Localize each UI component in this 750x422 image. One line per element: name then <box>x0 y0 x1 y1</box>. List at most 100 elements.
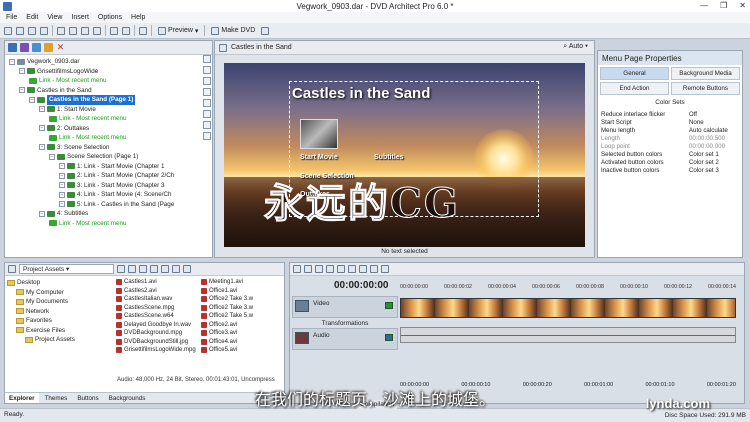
size-tool-icon[interactable] <box>203 110 211 118</box>
expand-icon[interactable]: − <box>29 96 35 103</box>
audio-track-header[interactable]: Audio <box>292 328 398 350</box>
file-item[interactable]: DVDBackground.mpg <box>116 329 197 338</box>
up-folder-icon[interactable] <box>117 265 125 273</box>
file-item[interactable]: Office2.avi <box>201 321 282 330</box>
expand-icon[interactable]: − <box>59 201 65 208</box>
order-tool-icon[interactable] <box>203 121 211 129</box>
file-item[interactable]: Delayed Goodbye In.wav <box>116 321 197 330</box>
track-toggle-icon[interactable] <box>385 302 393 309</box>
expand-icon[interactable]: − <box>39 210 45 217</box>
insert-icon[interactable] <box>44 43 53 52</box>
property-value[interactable]: 00:00:00.500 <box>686 135 742 143</box>
group-tool-icon[interactable] <box>203 132 211 140</box>
menu-preview[interactable]: Castles in the Sand Start Movie Subtitle… <box>224 63 585 247</box>
file-item[interactable]: Office1.avi <box>201 287 282 296</box>
cut-icon[interactable] <box>57 26 65 35</box>
property-value[interactable]: 00:00:00.000 <box>686 143 742 151</box>
paste-icon[interactable] <box>326 265 334 273</box>
tree-item[interactable]: Link - Most recent menu <box>9 76 212 86</box>
make-dvd-button[interactable]: Make DVD <box>209 26 257 35</box>
file-item[interactable]: Office5.avi <box>201 346 282 355</box>
expand-icon[interactable]: − <box>49 153 55 160</box>
help-icon[interactable] <box>261 26 270 35</box>
subtitles-menu-button[interactable]: Subtitles <box>374 154 404 161</box>
folder-item[interactable]: Exercise Files <box>7 326 114 336</box>
expand-icon[interactable]: − <box>39 144 45 151</box>
chevron-down-icon[interactable]: ▾ <box>195 27 199 35</box>
tree-item[interactable]: − Castles in the Sand (Page 1) <box>9 95 212 105</box>
delete-icon[interactable] <box>337 265 345 273</box>
property-row[interactable]: Start Script None <box>598 119 742 127</box>
delete-item-icon[interactable]: ✕ <box>56 43 65 52</box>
edit-tool-icon[interactable] <box>370 265 378 273</box>
folder-item[interactable]: Desktop <box>7 278 114 288</box>
media-view-icon[interactable] <box>32 43 41 52</box>
folder-item[interactable]: Network <box>7 307 114 317</box>
expand-icon[interactable]: − <box>59 172 65 179</box>
expand-icon[interactable]: − <box>19 68 25 75</box>
delete-icon[interactable] <box>93 26 101 35</box>
expand-icon[interactable]: − <box>39 106 45 113</box>
tree-item[interactable]: − 1: Link - Start Movie (Chapter 1 <box>9 162 212 172</box>
redo-icon[interactable] <box>122 26 130 35</box>
property-value[interactable]: Color set 2 <box>686 159 742 167</box>
video-clip[interactable] <box>400 298 736 318</box>
file-item[interactable]: Meeting1.avi <box>201 278 282 287</box>
tab-color-sets[interactable]: Color Sets <box>598 97 742 108</box>
tree-item[interactable]: − 1: Start Movie <box>9 105 212 115</box>
start-movie-menu-button[interactable]: Start Movie <box>300 154 338 161</box>
file-item[interactable]: CastlesItalian.wav <box>116 295 197 304</box>
property-value[interactable]: Color set 1 <box>686 151 742 159</box>
text-tool-icon[interactable] <box>203 66 211 74</box>
property-row[interactable]: Activated button colors Color set 2 <box>598 159 742 167</box>
grid-tool-icon[interactable] <box>203 88 211 96</box>
new-icon[interactable] <box>4 26 12 35</box>
menu-edit[interactable]: Edit <box>26 14 38 21</box>
location-combo[interactable]: Project Assets ▾ <box>19 264 114 274</box>
file-item[interactable]: Office2 Take 3.w <box>201 295 282 304</box>
tree-item[interactable]: − 4: Subtitles <box>9 209 212 219</box>
tab-end-action[interactable]: End Action <box>600 82 669 95</box>
tree-item[interactable]: − Castles in the Sand <box>9 86 212 96</box>
tree-item[interactable]: − 3: Link - Start Movie (Chapter 3 <box>9 181 212 191</box>
tree-item[interactable]: − Scene Selection (Page 1) <box>9 152 212 162</box>
cut-icon[interactable] <box>304 265 312 273</box>
folder-item[interactable]: My Computer <box>7 288 114 298</box>
save-icon[interactable] <box>28 26 36 35</box>
maximize-button[interactable]: ❐ <box>720 1 727 10</box>
tree-item[interactable]: − 2: Outtakes <box>9 124 212 134</box>
delete-file-icon[interactable] <box>150 265 158 273</box>
property-row[interactable]: Length 00:00:00.500 <box>598 135 742 143</box>
menu-insert[interactable]: Insert <box>71 14 89 21</box>
tree-item[interactable]: Link - Most recent menu <box>9 219 212 229</box>
expand-icon[interactable]: − <box>9 58 15 65</box>
tree-item[interactable]: − 3: Scene Selection <box>9 143 212 153</box>
audio-clip[interactable] <box>400 327 736 343</box>
property-row[interactable]: Selected button colors Color set 1 <box>598 151 742 159</box>
align-tool-icon[interactable] <box>203 77 211 85</box>
properties-icon[interactable] <box>40 26 48 35</box>
menu-view-icon[interactable] <box>20 43 29 52</box>
file-item[interactable]: GrisettifilmsLogoWide.mpg <box>116 346 197 355</box>
expand-icon[interactable]: − <box>59 163 65 170</box>
tree-item[interactable]: − 5: Link - Castles in the Sand (Page <box>9 200 212 210</box>
undo-icon[interactable] <box>348 265 356 273</box>
file-item[interactable]: Castles2.avi <box>116 287 197 296</box>
expand-icon[interactable]: − <box>59 191 65 198</box>
new-folder-icon[interactable] <box>139 265 147 273</box>
preview-button[interactable]: Preview ▾ <box>156 26 200 35</box>
property-row[interactable]: Reduce interlace flicker Off <box>598 111 742 119</box>
file-item[interactable]: Office4.avi <box>201 338 282 347</box>
start-movie-thumbnail[interactable] <box>300 119 338 149</box>
tree-item[interactable]: Link - Most recent menu <box>9 114 212 124</box>
menu-options[interactable]: Options <box>98 14 122 21</box>
redo-icon[interactable] <box>359 265 367 273</box>
file-item[interactable]: Office2 Take 5.w <box>201 312 282 321</box>
folder-item[interactable]: Project Assets <box>7 335 114 345</box>
file-item[interactable]: CastlesScene.mpg <box>116 304 197 313</box>
tab-background-media[interactable]: Background Media <box>671 67 740 80</box>
property-row[interactable]: Inactive button colors Color set 3 <box>598 167 742 175</box>
expand-icon[interactable]: − <box>19 87 25 94</box>
select-tool-icon[interactable] <box>203 55 211 63</box>
property-row[interactable]: Menu length Auto calculate <box>598 127 742 135</box>
